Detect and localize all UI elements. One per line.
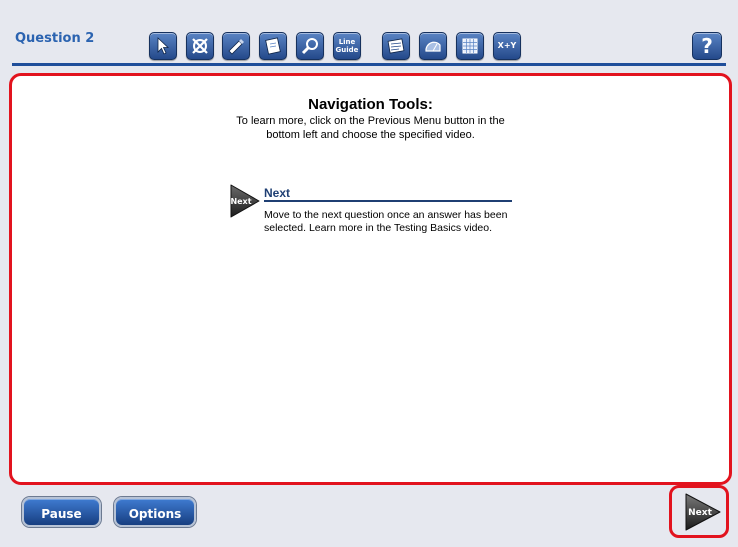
next-button-label: Next — [688, 508, 712, 518]
magnifier-icon — [301, 38, 318, 55]
protractor-tool-button[interactable] — [419, 32, 447, 60]
pause-button[interactable]: Pause — [22, 497, 101, 527]
grid-icon — [462, 38, 478, 54]
pointer-tool-button[interactable] — [149, 32, 177, 60]
next-tool-description: Next Next Move to the next question once… — [229, 183, 519, 243]
eliminate-tool-button[interactable] — [186, 32, 214, 60]
tool-item-title: Next — [264, 186, 291, 200]
notepad-icon — [265, 37, 281, 55]
question-title: Question 2 — [15, 31, 95, 46]
formula-tool-button[interactable]: X+Y — [493, 32, 521, 60]
subtitle-line-1: To learn more, click on the Previous Men… — [236, 115, 505, 127]
content-heading: Navigation Tools: — [308, 96, 433, 113]
graph-paper-tool-button[interactable] — [456, 32, 484, 60]
notepad-tool-button[interactable] — [259, 32, 287, 60]
line-guide-label-1: Line — [338, 38, 356, 46]
highlighter-icon — [228, 39, 244, 55]
arrow-pointer-icon — [157, 37, 170, 55]
eliminate-x-icon — [192, 38, 208, 54]
highlighter-tool-button[interactable] — [222, 32, 250, 60]
next-arrow-icon: Next — [230, 184, 260, 218]
tool-item-description: Move to the next question once an answer… — [264, 209, 524, 235]
subtitle-line-2: bottom left and choose the specified vid… — [266, 129, 475, 141]
tool-item-divider — [264, 200, 512, 202]
magnifier-tool-button[interactable] — [296, 32, 324, 60]
desc-line-1: Move to the next question once an answer… — [264, 209, 508, 221]
reference-sheet-icon — [387, 38, 405, 54]
desc-line-2: selected. Learn more in the Testing Basi… — [264, 222, 493, 234]
app-window: Question 2 Line Guide X+Y ? Navigation T… — [0, 0, 738, 547]
help-button[interactable]: ? — [692, 32, 722, 60]
reference-sheet-tool-button[interactable] — [382, 32, 410, 60]
content-panel: Navigation Tools: To learn more, click o… — [9, 73, 732, 485]
next-icon-text: Next — [230, 197, 251, 206]
options-button[interactable]: Options — [114, 497, 196, 527]
next-button[interactable]: Next — [684, 492, 722, 532]
content-subtitle: To learn more, click on the Previous Men… — [12, 114, 729, 142]
line-guide-label-2: Guide — [335, 46, 359, 54]
formula-label: X+Y — [497, 41, 517, 50]
protractor-icon — [425, 41, 441, 52]
header-divider — [12, 63, 726, 66]
line-guide-tool-button[interactable]: Line Guide — [333, 32, 361, 60]
